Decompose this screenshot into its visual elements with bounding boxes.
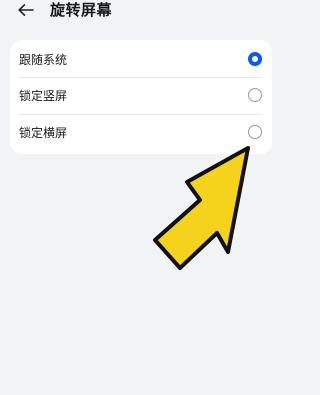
back-button[interactable] [14,0,38,20]
option-follow-system[interactable]: 跟随系统 [10,42,272,78]
option-lock-landscape[interactable]: 锁定横屏 [10,115,272,151]
option-label: 跟随系统 [19,53,68,67]
option-label: 锁定竖屏 [19,89,68,103]
option-label: 锁定横屏 [19,126,68,140]
header: 旋转屏幕 [0,0,281,24]
radio-button[interactable] [248,88,262,102]
page-title: 旋转屏幕 [50,1,113,19]
radio-button[interactable] [248,125,262,139]
rotation-options-card: 跟随系统 锁定竖屏 锁定横屏 [10,40,272,154]
arrow-left-icon [18,4,34,16]
option-lock-portrait[interactable]: 锁定竖屏 [10,78,272,114]
rotate-screen-page: 旋转屏幕 跟随系统 锁定竖屏 锁定横屏 [0,0,281,395]
radio-button-selected[interactable] [248,52,262,66]
